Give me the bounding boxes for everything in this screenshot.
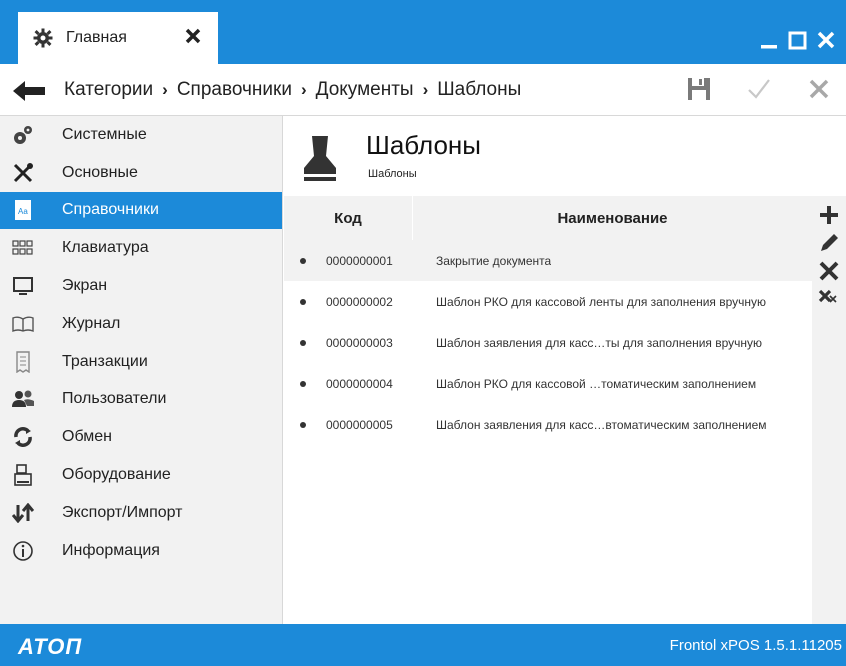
status-bar: ATOΠ Frontol xPOS 1.5.1.11205 (0, 624, 846, 666)
sidebar-item-exchange[interactable]: Обмен (0, 418, 282, 456)
cell-name: Шаблон заявления для касс…втоматическим … (436, 417, 767, 432)
cell-name: Шаблон РКО для кассовой ленты для заполн… (436, 294, 767, 309)
edit-pencil-icon[interactable] (818, 232, 840, 254)
row-bullet (300, 422, 306, 428)
table-row[interactable]: 0000000003 Шаблон заявления для касс…ты … (284, 322, 812, 363)
table-row[interactable]: 0000000005 Шаблон заявления для касс…вто… (284, 404, 812, 445)
checkmark-icon[interactable] (746, 76, 772, 102)
sidebar-item-label: Основные (62, 163, 138, 181)
info-icon (10, 539, 36, 563)
cell-name: Шаблон РКО для кассовой …томатическим за… (436, 376, 757, 391)
sidebar-item-label: Информация (62, 541, 160, 559)
version-label: Frontol xPOS 1.5.1.11205 (669, 637, 842, 654)
table-row[interactable]: 0000000004 Шаблон РКО для кассовой …тома… (284, 363, 812, 404)
sidebar-item-transactions[interactable]: Транзакции (0, 343, 282, 381)
sidebar-item-label: Обмен (62, 428, 112, 446)
sync-icon (10, 425, 36, 449)
row-bullet (300, 340, 306, 346)
export-import-icon (10, 501, 36, 525)
sidebar-item-label: Клавиатура (62, 239, 149, 257)
cash-register-icon (10, 463, 36, 487)
monitor-icon (10, 274, 36, 298)
row-bullet (300, 381, 306, 387)
page-title: Шаблоны (366, 130, 481, 160)
tab-home[interactable]: Главная (18, 12, 218, 64)
close-tab-icon[interactable] (184, 27, 202, 45)
sidebar-item-label: Пользователи (62, 390, 167, 408)
row-bullet (300, 258, 306, 264)
sidebar-item-label: Справочники (62, 201, 159, 219)
breadcrumb-item[interactable]: Категории (64, 79, 153, 101)
breadcrumb: Категории › Справочники › Документы › Ша… (64, 79, 521, 101)
cell-name: Шаблон заявления для касс…ты для заполне… (436, 335, 763, 350)
atol-logo: ATOΠ (18, 634, 83, 659)
delete-icon[interactable] (818, 260, 840, 282)
gears-icon (10, 123, 36, 147)
sidebar-item-screen[interactable]: Экран (0, 267, 282, 305)
close-window-icon[interactable] (816, 30, 836, 50)
table-row[interactable]: 0000000002 Шаблон РКО для кассовой ленты… (284, 281, 812, 322)
sidebar-item-users[interactable]: Пользователи (0, 381, 282, 419)
table-header: Код Наименование (284, 196, 812, 240)
sidebar-item-label: Экспорт/Импорт (62, 503, 183, 521)
tools-icon (10, 161, 36, 185)
breadcrumb-item: Шаблоны (437, 79, 522, 100)
sidebar-item-export-import[interactable]: Экспорт/Импорт (0, 494, 282, 532)
page-header: Шаблоны Шаблоны (284, 116, 846, 192)
sidebar-item-system[interactable]: Системные (0, 116, 282, 154)
chevron-right-icon: › (162, 80, 168, 99)
column-header-code[interactable]: Код (284, 196, 412, 240)
open-book-icon (10, 312, 36, 336)
add-icon[interactable] (818, 204, 840, 226)
breadcrumb-item[interactable]: Документы (316, 79, 414, 101)
main-content: Шаблоны Шаблоны Код Наименование 0000000… (284, 116, 846, 624)
sidebar-item-label: Системные (62, 125, 147, 143)
gear-icon (32, 27, 54, 49)
sidebar-item-information[interactable]: Информация (0, 532, 282, 570)
tab-label: Главная (66, 29, 127, 46)
sidebar-item-keyboard[interactable]: Клавиатура (0, 229, 282, 267)
sidebar-item-label: Журнал (62, 314, 121, 332)
back-arrow-icon[interactable] (12, 80, 46, 102)
sidebar-item-equipment[interactable]: Оборудование (0, 456, 282, 494)
templates-table: Код Наименование 0000000001 Закрытие док… (284, 196, 812, 445)
title-bar: Главная (0, 0, 846, 64)
delete-all-icon[interactable] (818, 286, 840, 308)
row-actions-toolbar (812, 196, 846, 624)
toolbar: Категории › Справочники › Документы › Ша… (0, 64, 846, 116)
receipt-icon (10, 350, 36, 374)
svg-text:Aa: Aa (18, 207, 28, 216)
cancel-icon[interactable] (806, 76, 832, 102)
row-bullet (300, 299, 306, 305)
sidebar-item-main[interactable]: Основные (0, 154, 282, 192)
table-row[interactable]: 0000000001 Закрытие документа (284, 240, 812, 281)
reference-book-icon: Aa (10, 198, 36, 222)
sidebar: Системные Основные Aa Справочники Клавиа… (0, 116, 283, 624)
cell-code: 0000000005 (326, 417, 393, 432)
cell-code: 0000000002 (326, 294, 393, 309)
keyboard-icon (10, 236, 36, 260)
sidebar-item-journal[interactable]: Журнал (0, 305, 282, 343)
sidebar-item-label: Оборудование (62, 466, 171, 484)
sidebar-item-label: Экран (62, 277, 108, 295)
sidebar-item-label: Транзакции (62, 352, 148, 370)
cell-code: 0000000004 (326, 376, 393, 391)
cell-code: 0000000001 (326, 253, 393, 268)
sidebar-item-references[interactable]: Aa Справочники (0, 191, 282, 230)
stamp-icon (302, 134, 338, 186)
breadcrumb-item[interactable]: Справочники (177, 79, 292, 101)
page-subtitle: Шаблоны (368, 168, 417, 180)
chevron-right-icon: › (300, 80, 307, 99)
save-icon[interactable] (686, 76, 712, 102)
cell-code: 0000000003 (326, 335, 393, 350)
chevron-right-icon: › (422, 80, 429, 99)
minimize-icon[interactable] (760, 30, 780, 50)
cell-name: Закрытие документа (436, 253, 552, 268)
users-icon (10, 387, 36, 411)
column-header-name[interactable]: Наименование (412, 196, 812, 240)
maximize-icon[interactable] (788, 30, 808, 50)
